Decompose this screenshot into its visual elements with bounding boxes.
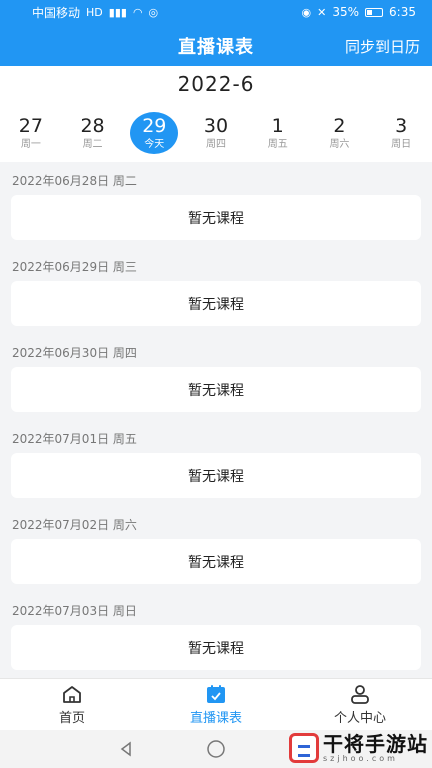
status-left: 中国移动 HD ▮▮▮ ◠ ◎ <box>32 4 158 21</box>
user-icon <box>351 684 369 704</box>
day-3[interactable]: 3 周日 <box>370 110 432 156</box>
signal-icon: ▮▮▮ <box>108 5 127 19</box>
nfc-icon: ◎ <box>148 5 159 19</box>
schedule-card[interactable]: 暂无课程 <box>11 281 421 326</box>
day-weekday: 周四 <box>206 139 226 150</box>
watermark-logo-icon <box>289 733 319 763</box>
back-triangle-icon <box>120 741 131 757</box>
schedule-list[interactable]: 2022年06月28日 周二 暂无课程 2022年06月29日 周三 暂无课程 … <box>0 162 432 678</box>
schedule-day: 2022年06月29日 周三 暂无课程 <box>0 248 432 334</box>
day-number: 3 <box>395 115 408 137</box>
tab-label: 首页 <box>58 710 85 726</box>
day-number: 30 <box>203 115 229 137</box>
watermark-text: 干将手游站 szjhoo.com <box>323 734 428 763</box>
clock: 6:35 <box>389 5 416 19</box>
battery-percent: 35% <box>332 5 360 19</box>
calendar-icon <box>207 684 225 703</box>
page-title: 直播课表 <box>178 37 254 58</box>
day-1[interactable]: 1 周五 <box>247 110 309 156</box>
tab-label: 直播课表 <box>189 710 242 726</box>
bottom-tab-bar: 首页 直播课表 个人中心 <box>0 678 432 730</box>
home-nav-button[interactable] <box>206 739 226 759</box>
day-weekday: 周五 <box>267 139 288 150</box>
carrier-label: 中国移动 <box>32 5 81 20</box>
schedule-day: 2022年06月30日 周四 暂无课程 <box>0 334 432 420</box>
sync-calendar-button[interactable]: 同步到日历 <box>345 36 420 57</box>
week-days: 27 周一 28 周二 29 今天 30 周四 1 周五 2 周六 3 周日 <box>0 110 432 156</box>
schedule-date: 2022年07月03日 周日 <box>12 604 137 618</box>
today-highlight: 29 今天 <box>130 112 179 154</box>
wifi-icon: ◠ <box>132 5 143 19</box>
schedule-date: 2022年06月30日 周四 <box>12 346 137 360</box>
watermark-title: 干将手游站 <box>323 731 428 756</box>
day-27[interactable]: 27 周一 <box>0 110 62 156</box>
day-number: 29 <box>142 115 167 137</box>
home-circle-icon <box>207 740 225 758</box>
day-number: 1 <box>271 115 284 137</box>
schedule-card[interactable]: 暂无课程 <box>11 195 421 240</box>
hd-icon: HD <box>86 5 103 19</box>
schedule-date: 2022年06月29日 周三 <box>12 260 137 274</box>
watermark: 干将手游站 szjhoo.com <box>289 733 428 763</box>
eye-icon: ◉ <box>301 5 312 19</box>
schedule-card[interactable]: 暂无课程 <box>11 367 421 412</box>
schedule-date: 2022年07月01日 周五 <box>12 432 137 446</box>
tab-profile[interactable]: 个人中心 <box>288 679 432 730</box>
day-weekday: 周二 <box>82 139 103 150</box>
schedule-date: 2022年07月02日 周六 <box>12 518 137 532</box>
day-number: 28 <box>80 115 105 137</box>
status-right: ◉ ✕ 35% 6:35 <box>302 5 416 19</box>
day-weekday: 周一 <box>20 139 41 150</box>
app-bar: 直播课表 同步到日历 <box>0 28 432 64</box>
day-2[interactable]: 2 周六 <box>309 110 371 156</box>
day-number: 2 <box>333 115 346 137</box>
day-30[interactable]: 30 周四 <box>185 110 247 156</box>
day-weekday: 周日 <box>391 139 412 150</box>
day-29-today[interactable]: 29 今天 <box>123 110 185 156</box>
mute-icon: ✕ <box>317 5 327 19</box>
tab-schedule[interactable]: 直播课表 <box>144 679 288 730</box>
tab-label: 个人中心 <box>333 710 386 726</box>
week-calendar: 2022-6 27 周一 28 周二 29 今天 30 周四 1 周五 2 周六 <box>0 66 432 162</box>
month-label: 2022-6 <box>177 72 255 96</box>
schedule-card[interactable]: 暂无课程 <box>11 625 421 670</box>
tab-home[interactable]: 首页 <box>0 679 144 730</box>
schedule-day: 2022年06月28日 周二 暂无课程 <box>0 162 432 248</box>
schedule-card[interactable]: 暂无课程 <box>11 453 421 498</box>
schedule-card[interactable]: 暂无课程 <box>11 539 421 584</box>
schedule-day: 2022年07月01日 周五 暂无课程 <box>0 420 432 506</box>
battery-icon <box>365 7 384 17</box>
top-bar: 中国移动 HD ▮▮▮ ◠ ◎ ◉ ✕ 35% 6:35 直播课表 同步到日历 <box>0 0 432 66</box>
home-icon <box>63 685 81 703</box>
back-button[interactable] <box>116 739 136 759</box>
schedule-day: 2022年07月03日 周日 暂无课程 <box>0 592 432 678</box>
day-weekday: 周六 <box>329 139 350 150</box>
day-number: 27 <box>18 115 43 137</box>
watermark-subtitle: szjhoo.com <box>323 753 398 763</box>
schedule-day: 2022年07月02日 周六 暂无课程 <box>0 506 432 592</box>
day-28[interactable]: 28 周二 <box>62 110 124 156</box>
schedule-date: 2022年06月28日 周二 <box>12 174 137 188</box>
status-bar: 中国移动 HD ▮▮▮ ◠ ◎ ◉ ✕ 35% 6:35 <box>0 0 432 24</box>
day-weekday: 今天 <box>144 139 165 150</box>
